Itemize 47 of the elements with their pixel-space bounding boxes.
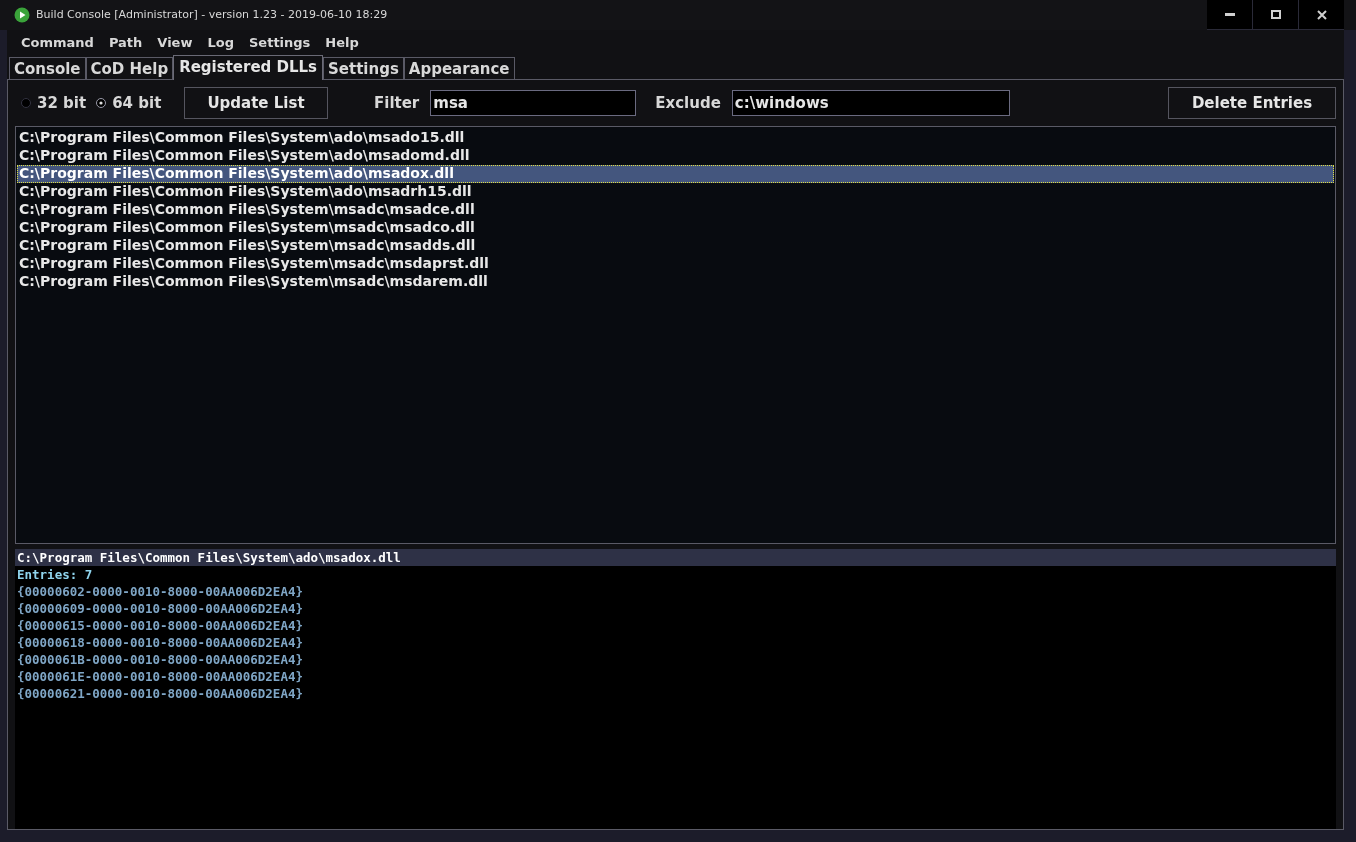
dll-list-item[interactable]: C:\Program Files\Common Files\System\ado\msadomd.dll xyxy=(17,147,1334,165)
radio-button[interactable] xyxy=(21,98,31,108)
minimize-button[interactable] xyxy=(1207,0,1252,29)
minimize-icon xyxy=(1224,13,1235,16)
dll-list-item[interactable]: C:\Program Files\Common Files\System\msadc\msadco.dll xyxy=(17,219,1334,237)
dll-list-item[interactable]: C:\Program Files\Common Files\System\ado\msado15.dll xyxy=(17,129,1334,147)
guid-line: {00000602-0000-0010-8000-00AA006D2EA4} xyxy=(16,583,304,600)
exclude-label: Exclude xyxy=(655,92,721,114)
maximize-icon xyxy=(1270,10,1281,19)
app-icon xyxy=(14,7,30,23)
filter-field[interactable]: msa xyxy=(430,90,637,116)
exclude-field[interactable]: c:\windows xyxy=(731,90,1010,116)
guid-line: {00000621-0000-0010-8000-00AA006D2EA4} xyxy=(16,685,304,702)
filter-label: Filter xyxy=(374,92,420,114)
menu-item[interactable]: Path xyxy=(103,33,148,53)
tab[interactable]: Settings xyxy=(323,57,404,79)
dll-list-item[interactable]: C:\Program Files\Common Files\System\msadc\msadds.dll xyxy=(17,237,1334,255)
tab[interactable]: CoD Help xyxy=(85,57,174,79)
tab[interactable]: Registered DLLs xyxy=(173,55,324,80)
radio-option[interactable]: 32 bit xyxy=(21,91,87,115)
tab[interactable]: Console xyxy=(9,57,86,79)
update-list-button[interactable]: Update List xyxy=(184,87,328,119)
close-button[interactable] xyxy=(1299,0,1344,29)
guid-line: {0000061E-0000-0010-8000-00AA006D2EA4} xyxy=(16,668,304,685)
dll-list-item[interactable]: C:\Program Files\Common Files\System\ado\msadrh15.dll xyxy=(17,183,1334,201)
entries-count: Entries: 7 xyxy=(16,566,94,583)
menu-item[interactable]: View xyxy=(152,33,198,53)
dll-list-item[interactable]: C:\Program Files\Common Files\System\msadc\msdarem.dll xyxy=(17,273,1334,291)
maximize-button[interactable] xyxy=(1253,0,1298,29)
dll-list-item[interactable]: C:\Program Files\Common Files\System\ado\msadox.dll xyxy=(17,165,1334,183)
guid-line: {00000618-0000-0010-8000-00AA006D2EA4} xyxy=(16,634,304,651)
guid-line: {00000609-0000-0010-8000-00AA006D2EA4} xyxy=(16,600,304,617)
details-header: C:\Program Files\Common Files\System\ado\msadox.dll xyxy=(15,549,1336,566)
tab[interactable]: Appearance xyxy=(403,57,515,79)
menu-item[interactable]: Help xyxy=(320,33,364,53)
menu-item[interactable]: Command xyxy=(16,33,99,53)
dll-list-item[interactable]: C:\Program Files\Common Files\System\msadc\msadce.dll xyxy=(17,201,1334,219)
window-title: Build Console [Administrator] - version 1.23 - 2019-06-10 18:29 xyxy=(36,6,388,23)
delete-entries-button[interactable]: Delete Entries xyxy=(1168,87,1336,119)
guid-line: {00000615-0000-0010-8000-00AA006D2EA4} xyxy=(16,617,304,634)
close-icon xyxy=(1316,9,1327,20)
radio-option[interactable]: 64 bit xyxy=(96,91,162,115)
menu-item[interactable]: Log xyxy=(202,33,239,53)
dll-list-item[interactable]: C:\Program Files\Common Files\System\msadc\msdaprst.dll xyxy=(17,255,1334,273)
menu-item[interactable]: Settings xyxy=(244,33,316,53)
guid-line: {0000061B-0000-0010-8000-00AA006D2EA4} xyxy=(16,651,304,668)
radio-button[interactable] xyxy=(96,98,107,108)
